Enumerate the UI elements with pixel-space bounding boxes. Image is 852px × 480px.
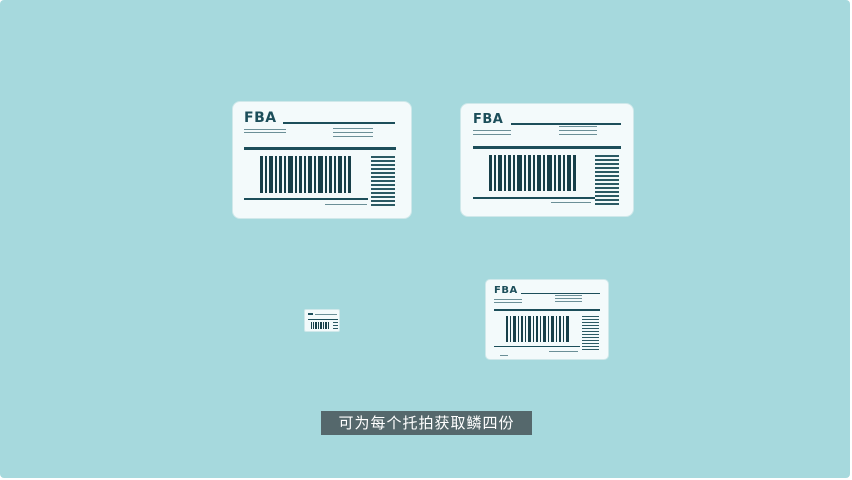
label-text-line	[555, 295, 582, 296]
label-text-line	[500, 355, 508, 356]
data-matrix-block	[371, 156, 395, 208]
fba-shipping-label-small	[304, 309, 340, 332]
label-text-line	[473, 134, 511, 135]
label-mid-rule	[473, 146, 621, 149]
fba-shipping-label: FBA	[485, 279, 609, 360]
data-matrix-block	[333, 322, 338, 330]
barcode	[489, 155, 579, 191]
label-bottom-rule	[244, 198, 368, 200]
video-frame: FBA FBA FBA 可为每个托拍获取鳞四份	[0, 0, 850, 478]
label-top-rule	[511, 123, 621, 125]
label-bottom-rule	[494, 346, 580, 347]
barcode	[506, 316, 570, 342]
label-text-line	[333, 132, 373, 133]
label-text-line	[555, 301, 582, 302]
label-mid-rule	[494, 309, 600, 311]
data-matrix-block	[595, 155, 619, 205]
label-title: FBA	[494, 285, 518, 296]
label-text-line	[551, 202, 591, 203]
label-text-line	[549, 351, 578, 352]
label-text-line	[473, 130, 511, 131]
label-top-rule	[283, 122, 395, 124]
fba-shipping-label: FBA	[460, 103, 634, 217]
label-text-line	[494, 302, 522, 303]
label-text-line	[244, 132, 286, 133]
label-text-line	[559, 134, 597, 135]
barcode	[311, 322, 331, 329]
label-text-line	[333, 136, 373, 137]
label-text-line	[559, 130, 597, 131]
data-matrix-block	[582, 316, 599, 352]
label-text-line	[315, 314, 337, 315]
label-text-line	[494, 299, 522, 300]
label-text-line	[244, 129, 286, 130]
label-text-line	[555, 298, 582, 299]
fba-shipping-label: FBA	[232, 101, 412, 219]
subtitle-caption: 可为每个托拍获取鳞四份	[321, 411, 532, 435]
label-mid-rule	[308, 319, 338, 320]
label-title: FBA	[244, 110, 277, 126]
barcode	[260, 156, 354, 193]
label-text-line	[325, 204, 367, 205]
label-text-line	[333, 128, 373, 129]
label-bottom-rule	[473, 197, 595, 199]
label-title: FBA	[473, 112, 504, 127]
label-top-rule	[521, 293, 600, 294]
label-mid-rule	[244, 147, 396, 150]
label-top-rule	[308, 313, 313, 315]
label-text-line	[559, 126, 597, 127]
